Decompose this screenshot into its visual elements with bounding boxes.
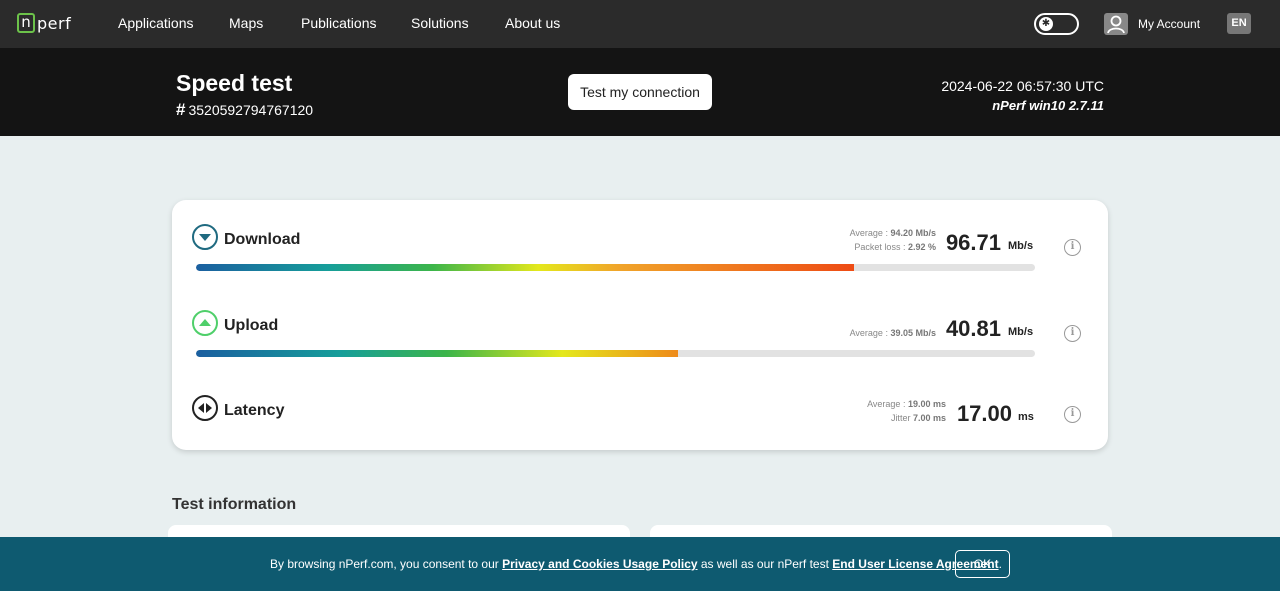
nav-solutions[interactable]: Solutions [411,15,469,31]
download-value: 96.71 [945,230,1001,255]
test-version: nPerf win10 2.7.11 [992,98,1104,113]
latency-average-label: Average : [867,399,906,409]
latency-label: Latency [224,402,285,419]
latency-average: Average : 19.00 ms [867,399,946,409]
download-average-value: 94.20 Mb/s [890,228,936,238]
privacy-policy-link[interactable]: Privacy and Cookies Usage Policy [502,557,697,571]
latency-value: 17.00 [956,401,1012,426]
upload-average: Average : 39.05 Mb/s [850,328,936,338]
download-bar-fill [196,264,854,271]
nav-applications[interactable]: Applications [118,15,194,31]
latency-jitter: Jitter 7.00 ms [891,413,946,423]
download-loss-label: Packet loss : [854,242,906,252]
hash-symbol: # [176,100,186,119]
download-arrow-icon [192,224,218,250]
upload-unit: Mb/s [1008,326,1034,338]
download-packet-loss: Packet loss : 2.92 % [854,242,936,252]
nav-about-us[interactable]: About us [505,15,560,31]
upload-average-value: 39.05 Mb/s [890,328,936,338]
test-my-connection-button[interactable]: Test my connection [568,74,712,110]
download-average: Average : 94.20 Mb/s [850,228,936,238]
latency-jitter-label: Jitter [890,413,911,423]
download-bar [196,264,1035,271]
download-loss-value: 2.92 % [907,242,936,252]
test-id: #3520592794767120 [176,100,313,120]
language-selector[interactable]: EN [1227,13,1251,34]
cookie-banner: By browsing nPerf.com, you consent to ou… [0,537,1280,591]
latency-jitter-value: 7.00 ms [912,413,946,423]
latency-average-value: 19.00 ms [907,399,946,409]
upload-arrow-icon [192,310,218,336]
cookie-consent-text: By browsing nPerf.com, you consent to ou… [270,557,1002,571]
top-nav: n perf Applications Maps Publications So… [0,0,1280,48]
user-avatar-icon[interactable] [1104,13,1128,35]
download-info-icon[interactable]: i [1064,239,1081,256]
upload-bar-fill [196,350,678,357]
theme-toggle[interactable]: ✱ [1034,13,1079,35]
download-label: Download [224,231,301,248]
upload-label: Upload [224,317,279,334]
latency-info-icon[interactable]: i [1064,406,1081,423]
nperf-logo[interactable]: n perf [17,12,75,34]
logo-text: perf [37,13,72,33]
test-id-value: 3520592794767120 [188,102,314,118]
upload-average-label: Average : [849,328,888,338]
latency-arrows-icon [192,395,218,421]
page-title: Speed test [176,70,293,96]
upload-bar [196,350,1035,357]
cookie-text-middle: as well as our nPerf test [697,557,833,571]
upload-info-icon[interactable]: i [1064,325,1081,342]
latency-unit: ms [1018,411,1034,423]
logo-mark: n [17,13,35,33]
upload-value: 40.81 [945,316,1001,341]
cookie-ok-button[interactable]: OK [955,550,1010,578]
my-account-link[interactable]: My Account [1138,17,1200,31]
theme-toggle-icon: ✱ [1039,17,1053,31]
cookie-text-before: By browsing nPerf.com, you consent to ou… [270,557,503,571]
test-information-title: Test information [172,496,297,513]
nav-publications[interactable]: Publications [301,15,377,31]
test-datetime: 2024-06-22 06:57:30 UTC [941,78,1104,94]
nav-maps[interactable]: Maps [229,15,263,31]
download-average-label: Average : [849,228,888,238]
results-card: Download Average : 94.20 Mb/s Packet los… [172,200,1108,450]
download-unit: Mb/s [1008,240,1034,252]
